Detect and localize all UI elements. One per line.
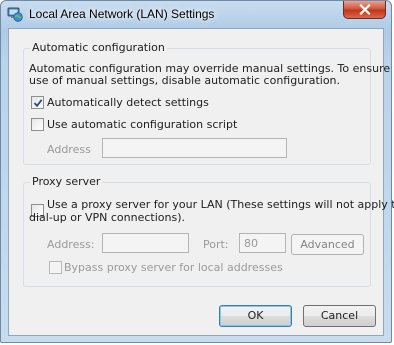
use-proxy-label-line2[interactable]: dial-up or VPN connections). — [29, 211, 185, 224]
proxy-server-heading: Proxy server — [30, 175, 103, 189]
cancel-button[interactable]: Cancel — [303, 305, 376, 327]
window-title: Local Area Network (LAN) Settings — [29, 7, 215, 21]
auto-detect-checkbox[interactable] — [31, 96, 44, 109]
auto-detect-label[interactable]: Automatically detect settings — [47, 96, 209, 109]
proxy-port-input[interactable]: 80 — [239, 233, 286, 253]
script-address-label: Address — [47, 143, 91, 156]
lan-settings-window: Local Area Network (LAN) Settings Automa… — [0, 0, 394, 343]
advanced-button[interactable]: Advanced — [291, 234, 364, 255]
use-proxy-label-line1[interactable]: Use a proxy server for your LAN (These s… — [47, 198, 394, 211]
use-config-script-label[interactable]: Use automatic configuration script — [47, 118, 237, 131]
ok-button[interactable]: OK — [219, 305, 292, 327]
script-address-input[interactable] — [102, 138, 287, 158]
use-config-script-checkbox[interactable] — [31, 118, 44, 131]
network-globe-icon — [7, 7, 23, 22]
close-button[interactable] — [343, 1, 386, 19]
bypass-local-label[interactable]: Bypass proxy server for local addresses — [64, 261, 283, 274]
proxy-address-label: Address: — [47, 238, 95, 251]
bypass-local-checkbox[interactable] — [49, 261, 62, 274]
close-icon — [359, 4, 371, 15]
auto-config-description-line2: use of manual settings, disable automati… — [29, 74, 341, 87]
proxy-port-label: Port: — [203, 238, 229, 251]
automatic-configuration-heading: Automatic configuration — [30, 41, 167, 55]
checkmark-icon — [33, 99, 43, 108]
proxy-address-input[interactable] — [102, 233, 189, 253]
title-bar[interactable]: Local Area Network (LAN) Settings — [1, 1, 391, 27]
dialog-client-area: Automatic configuration Automatic config… — [8, 28, 394, 336]
